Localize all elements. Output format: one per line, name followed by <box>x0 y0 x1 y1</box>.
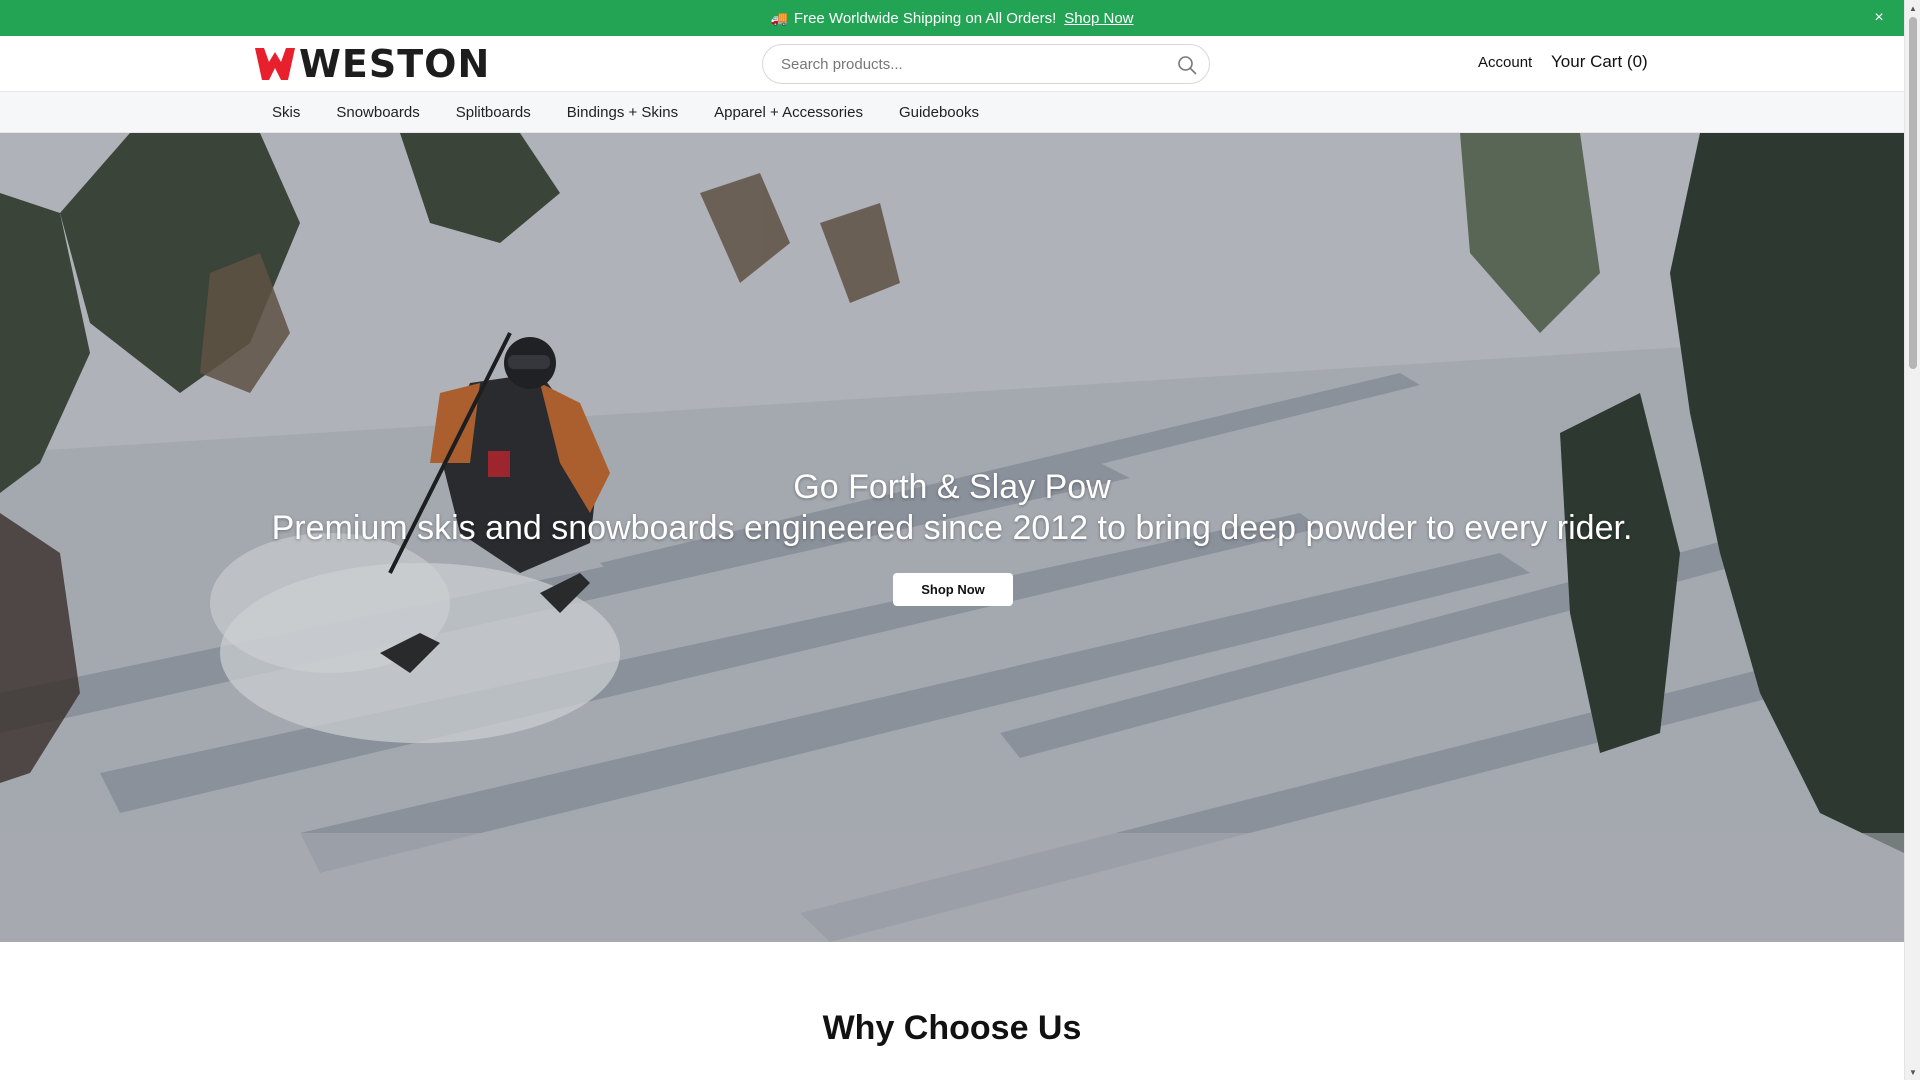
hero-title: Go Forth & Slay Pow <box>793 468 1111 506</box>
why-choose-us-section: Why Choose Us <box>0 942 1904 1080</box>
scroll-down-arrow-icon[interactable]: ▼ <box>1905 1064 1920 1080</box>
search-icon[interactable] <box>1177 55 1197 75</box>
nav-item-splitboards[interactable]: Splitboards <box>438 104 549 121</box>
account-link[interactable]: Account <box>1478 54 1532 71</box>
hero-shop-now-button[interactable]: Shop Now <box>893 573 1013 606</box>
scrollbar-thumb[interactable] <box>1909 17 1917 369</box>
search-bar <box>762 44 1210 84</box>
nav-item-apparel-accessories[interactable]: Apparel + Accessories <box>696 104 881 121</box>
close-icon[interactable]: × <box>1868 7 1890 29</box>
announcement-shop-now-link[interactable]: Shop Now <box>1064 10 1133 27</box>
cart-link[interactable]: Your Cart (0) <box>1551 52 1648 72</box>
truck-icon: 🚚 <box>770 9 788 26</box>
page-scrollbar[interactable]: ▲ ▼ <box>1904 0 1920 1080</box>
announcement-bar: 🚚 Free Worldwide Shipping on All Orders!… <box>0 0 1904 36</box>
logo[interactable]: WESTON <box>255 42 491 86</box>
nav-item-snowboards[interactable]: Snowboards <box>318 104 437 121</box>
hero-subtitle: Premium skis and snowboards engineered s… <box>271 509 1633 547</box>
search-input[interactable] <box>779 54 1159 74</box>
nav-item-guidebooks[interactable]: Guidebooks <box>881 104 997 121</box>
logo-text: WESTON <box>299 42 491 86</box>
logo-mark-icon <box>255 48 295 80</box>
why-choose-us-heading: Why Choose Us <box>822 1009 1082 1047</box>
page: 🚚 Free Worldwide Shipping on All Orders!… <box>0 0 1904 1080</box>
main-nav: Skis Snowboards Splitboards Bindings + S… <box>0 92 1904 133</box>
scroll-up-arrow-icon[interactable]: ▲ <box>1905 0 1920 16</box>
nav-item-bindings-skins[interactable]: Bindings + Skins <box>549 104 696 121</box>
hero-banner: Go Forth & Slay Pow Premium skis and sno… <box>0 133 1904 942</box>
announcement-text: Free Worldwide Shipping on All Orders! <box>793 9 1057 27</box>
site-header: WESTON Account Your Cart (0) <box>0 36 1904 92</box>
nav-item-skis[interactable]: Skis <box>254 104 318 121</box>
